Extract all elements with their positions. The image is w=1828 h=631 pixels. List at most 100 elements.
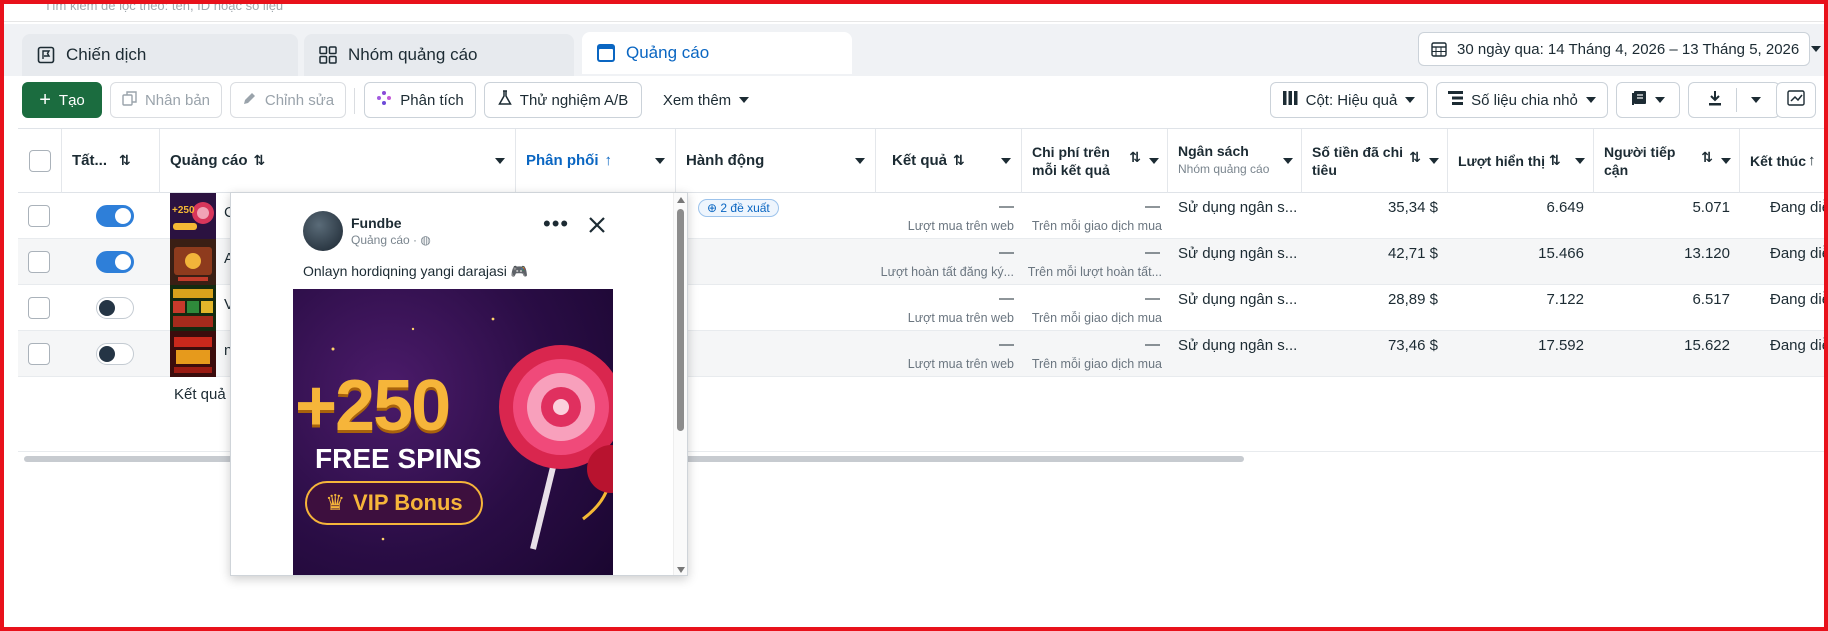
calendar-icon [1431,41,1447,57]
header-budget-stack: Ngân sách Nhóm quảng cáo [1178,143,1269,178]
columns-button[interactable]: Cột: Hiệu quả [1270,82,1428,118]
chevron-down-icon [655,158,665,164]
select-all-checkbox[interactable] [28,149,51,172]
more-options-icon[interactable]: ••• [543,213,569,235]
recommendations-label: 2 đề xuất [720,201,770,215]
row-checkbox[interactable] [28,297,50,319]
header-spent-label: Số tiền đã chi tiêu [1312,143,1403,179]
column-header-reach[interactable]: Người tiếp cận ⇅ [1594,129,1740,193]
reports-button[interactable] [1616,82,1680,118]
ad-thumbnail[interactable] [170,331,216,377]
chevron-down-icon [1405,97,1416,103]
cost-per-result-value: — [1145,336,1160,353]
result-value: — [999,336,1014,353]
search-bar[interactable]: Tìm kiếm để lọc theo: tên, ID hoặc số li… [4,4,1824,22]
close-icon[interactable] [587,215,607,235]
row-select [28,297,50,319]
recommendation-icon: ⊕ [707,201,721,215]
impressions-value: 17.592 [1538,337,1584,354]
column-header-amount-spent[interactable]: Số tiền đã chi tiêu ⇅ [1302,129,1448,193]
ad-creative[interactable]: +250 FREE SPINS ♛ VIP Bonus [293,289,613,575]
header-reach-label: Người tiếp cận [1604,143,1675,179]
column-header-budget[interactable]: Ngân sách Nhóm quảng cáo [1168,129,1302,193]
header-impressions-label: Lượt hiển thị [1458,152,1545,169]
more-button[interactable]: Xem thêm [652,82,760,118]
ad-preview-popup: Fundbe Quảng cáo · ◍ ••• Onlayn hordiqni… [230,192,688,576]
row-checkbox[interactable] [28,205,50,227]
chevron-down-icon [1575,158,1585,164]
analyze-button[interactable]: Phân tích [364,82,476,118]
cost-per-result-value: — [1145,198,1160,215]
row-select [28,205,50,227]
export-button[interactable] [1688,82,1780,118]
more-label: Xem thêm [662,91,732,109]
column-header-delivery[interactable]: Phân phối ↑ [516,129,676,193]
page-name[interactable]: Fundbe [351,215,402,231]
chevron-down-icon [495,158,505,164]
column-header-cost-per-result[interactable]: Chi phí trên mỗi kết quả ⇅ [1022,129,1168,193]
row-checkbox[interactable] [28,251,50,273]
column-header-ad-name[interactable]: Quảng cáo ⇅ [160,129,516,193]
toolbar: + Tạo Nhân bản Chỉnh sửa Phân tích Thử n… [4,76,1824,126]
columns-label: Cột: Hiệu quả [1305,91,1398,109]
date-range-picker[interactable]: 30 ngày qua: 14 Tháng 4, 2026 – 13 Tháng… [1418,32,1822,66]
header-spent-line-1: Số tiền đã chi [1312,143,1404,160]
budget-value: Sử dụng ngân s... [1178,245,1298,262]
chevron-down-icon [739,97,750,103]
charts-button[interactable] [1776,82,1816,118]
globe-icon: ◍ [420,233,431,247]
column-header-ends[interactable]: Kết thúc ↑ [1740,129,1824,193]
column-header-toggle[interactable]: Tất... ⇅ [62,129,160,193]
duplicate-icon [122,90,137,110]
breakdown-button[interactable]: Số liệu chia nhỏ [1436,82,1608,118]
column-header-actions[interactable]: Hành động [676,129,876,193]
ad-status-toggle[interactable] [96,343,134,365]
edit-label: Chỉnh sửa [264,91,335,109]
recommendations-badge[interactable]: ⊕ 2 đề xuất [698,199,779,217]
scroll-up-arrow[interactable] [677,197,685,203]
scroll-thumb[interactable] [677,209,684,431]
sort-icon: ⇅ [1129,149,1141,165]
ad-status-toggle[interactable] [96,297,134,319]
column-header-results[interactable]: Kết quả ⇅ [876,129,1022,193]
app-frame: Tìm kiếm để lọc theo: tên, ID hoặc số li… [0,0,1828,631]
ad-thumbnail[interactable] [170,239,216,285]
row-checkbox[interactable] [28,343,50,365]
scroll-down-arrow[interactable] [677,567,685,573]
tab-campaigns[interactable]: Chiến dịch [22,34,298,76]
creative-headline: +250 [295,366,451,446]
breakdown-label: Số liệu chia nhỏ [1471,91,1578,109]
cost-per-result-type: Trên mỗi giao dịch mua [1031,311,1162,325]
tab-ads[interactable]: Quảng cáo [582,32,852,74]
sort-icon: ⇅ [1548,152,1561,168]
sponsored-label-row: Quảng cáo · ◍ [351,233,431,247]
ad-thumbnail[interactable]: +250 [170,193,216,239]
header-all-label: Tất... [72,152,108,169]
tab-ad-sets-label: Nhóm quảng cáo [348,45,478,64]
ad-thumbnail[interactable] [170,285,216,331]
ends-value: Đang diễ [1770,337,1828,354]
cost-per-result-value: — [1145,290,1160,307]
sort-icon: ⇅ [119,152,131,168]
toggle-knob [99,300,115,316]
cost-per-result-type: Trên mỗi giao dịch mua [1031,219,1162,233]
popup-scrollbar[interactable] [673,193,687,575]
row-toggle-cell [96,251,134,273]
header-cost-label: Chi phí trên mỗi kết quả [1032,143,1110,179]
edit-button[interactable]: Chỉnh sửa [230,82,346,118]
header-ends-label: Kết thúc [1750,152,1806,169]
flask-icon [497,90,512,110]
row-toggle-cell [96,297,134,319]
ad-status-toggle[interactable] [96,251,134,273]
creative-cta-label: VIP Bonus [353,490,463,515]
tab-ad-sets[interactable]: Nhóm quảng cáo [304,34,574,76]
column-header-impressions[interactable]: Lượt hiển thị ⇅ [1448,129,1594,193]
duplicate-button[interactable]: Nhân bản [110,82,222,118]
row-select [28,251,50,273]
create-button[interactable]: + Tạo [22,82,102,118]
ab-test-button[interactable]: Thử nghiệm A/B [484,82,642,118]
header-budget-sub: Nhóm quảng cáo [1178,162,1270,176]
ad-status-toggle[interactable] [96,205,134,227]
budget-value: Sử dụng ngân s... [1178,199,1298,216]
sort-icon: ⇅ [953,152,965,168]
